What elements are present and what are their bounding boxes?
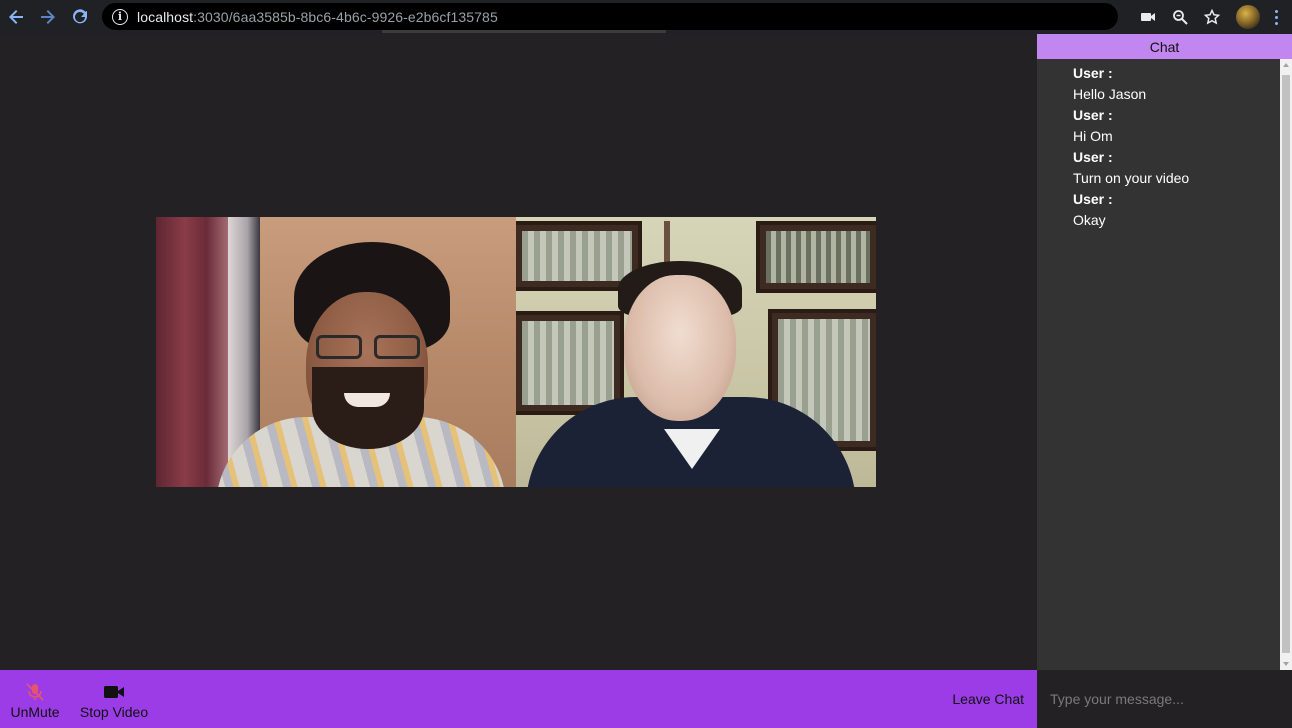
chat-message: User : Okay [1073,189,1280,231]
stop-video-label: Stop Video [79,703,149,720]
reload-icon[interactable] [64,0,96,34]
chat-scrollbar[interactable] [1280,59,1292,670]
video-area [0,34,1037,670]
message-text: Hi Om [1073,128,1113,144]
message-user: User : [1073,107,1113,123]
chat-message: User : Turn on your video [1073,147,1280,189]
star-icon[interactable] [1196,0,1228,34]
chat-title: Chat [1037,34,1292,59]
scroll-up-icon[interactable] [1283,63,1289,67]
toolbar-right [1132,0,1292,34]
url-path: :3030/6aa3585b-8bc6-4b6c-9926-e2b6cf1357… [193,8,498,25]
scrollbar-thumb[interactable] [1282,75,1290,653]
chat-messages: User : Hello Jason User : Hi Om User : T… [1037,59,1280,669]
profile-avatar[interactable] [1236,5,1260,29]
forward-icon[interactable] [32,0,64,34]
tab-strip-indicator [382,30,666,33]
url-host: localhost [137,8,194,25]
camera-icon[interactable] [1132,0,1164,34]
chat-input-area [1037,670,1292,728]
url-text[interactable]: localhost:3030/6aa3585b-8bc6-4b6c-9926-e… [137,9,498,25]
chat-message: User : Hello Jason [1073,63,1280,105]
video-camera-icon [104,685,124,698]
message-text: Hello Jason [1073,86,1147,102]
mic-off-icon [26,682,44,701]
unmute-label: UnMute [10,703,60,720]
message-text: Okay [1073,212,1106,228]
chat-message-input[interactable] [1037,670,1292,728]
message-user: User : [1073,65,1113,81]
info-icon[interactable]: i [112,8,128,25]
chat-panel: Chat User : Hello Jason User : Hi Om Use… [1037,34,1292,728]
browser-toolbar: i localhost:3030/6aa3585b-8bc6-4b6c-9926… [0,0,1292,34]
message-user: User : [1073,149,1113,165]
scroll-down-icon[interactable] [1283,662,1289,666]
message-user: User : [1073,191,1113,207]
zoom-icon[interactable] [1164,0,1196,34]
stop-video-button[interactable]: Stop Video [78,670,150,728]
menu-icon[interactable] [1268,0,1284,34]
leave-chat-button[interactable]: Leave Chat [952,670,1024,728]
back-icon[interactable] [0,0,32,34]
address-bar[interactable]: i localhost:3030/6aa3585b-8bc6-4b6c-9926… [102,3,1118,30]
unmute-button[interactable]: UnMute [8,670,62,728]
control-bar: UnMute Stop Video Leave Chat [0,670,1037,728]
local-video [156,217,516,487]
chat-message: User : Hi Om [1073,105,1280,147]
message-text: Turn on your video [1073,170,1190,186]
remote-video [516,217,876,487]
video-grid [156,217,876,487]
